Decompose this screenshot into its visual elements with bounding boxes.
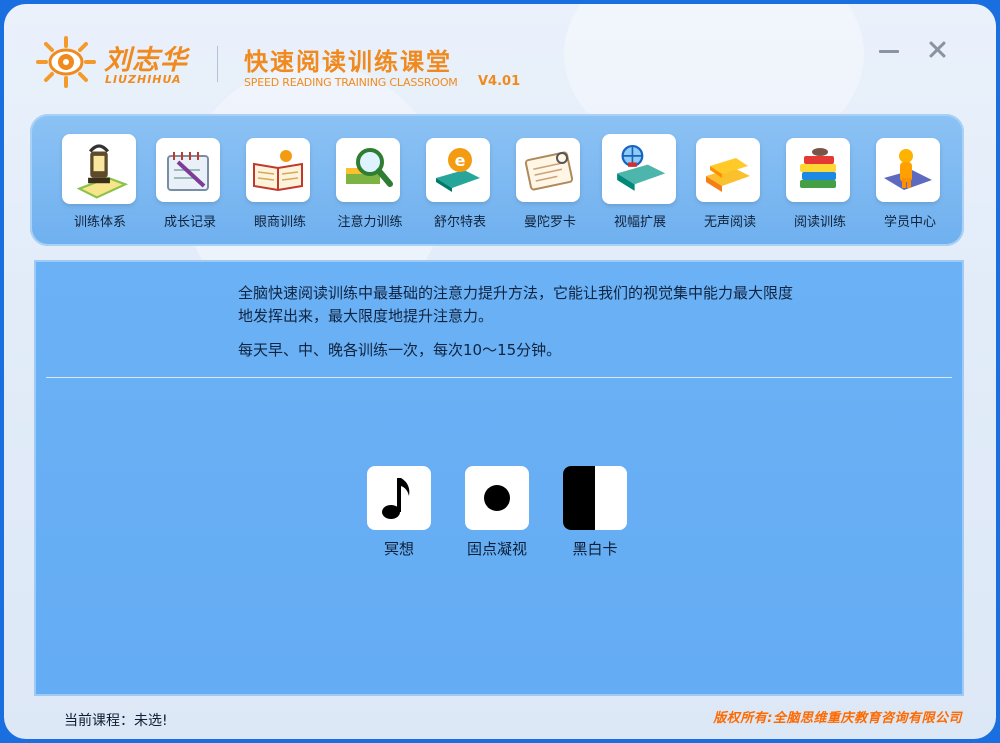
- book-orange-icon: e: [426, 138, 490, 202]
- app-window: 刘志华 LIUZHIHUA 快速阅读训练课堂 SPEED READING TRA…: [4, 4, 996, 739]
- toolbar-item-label: 训练体系: [73, 215, 126, 230]
- sun-logo-icon: [36, 36, 96, 88]
- lamp-icon: [62, 134, 136, 204]
- course-black-white-card[interactable]: 黑白卡: [552, 466, 638, 566]
- course-label: 黑白卡: [572, 540, 618, 558]
- description-line: 全脑快速阅读训练中最基础的注意力提升方法，它能让我们的视觉集中能力最大限度: [238, 284, 794, 302]
- brand-name-en: LIUZHIHUA: [105, 73, 182, 86]
- app-title: 快速阅读训练课堂: [244, 48, 452, 76]
- toolbar-item-label: 视幅扩展: [613, 215, 666, 230]
- header-separator: [217, 46, 218, 82]
- course-description: 全脑快速阅读训练中最基础的注意力提升方法，它能让我们的视觉集中能力最大限度 地发…: [238, 282, 918, 328]
- magnifier-icon: [336, 138, 400, 202]
- current-course-status: 当前课程：未选!: [64, 713, 168, 729]
- toolbar-item-growth-record[interactable]: 成长记录: [146, 130, 234, 230]
- toolbar-item-silent-reading[interactable]: 无声阅读: [686, 130, 774, 230]
- black-white-card-icon: [563, 466, 627, 530]
- toolbar-item-student-center[interactable]: 学员中心: [866, 130, 954, 230]
- toolbar-item-label: 成长记录: [163, 215, 216, 230]
- student-icon: [876, 138, 940, 202]
- open-book-icon: [246, 138, 310, 202]
- notebook-pen-icon: [156, 138, 220, 202]
- toolbar-item-attention-training[interactable]: 注意力训练: [326, 130, 414, 230]
- app-subtitle: SPEED READING TRAINING CLASSROOM: [244, 76, 458, 89]
- music-note-icon: [367, 466, 431, 530]
- toolbar-item-schulte-table[interactable]: e 舒尔特表: [416, 130, 504, 230]
- app-version: V4.01: [478, 74, 521, 89]
- description-line: 地发挥出来，最大限度地提升注意力。: [238, 307, 494, 325]
- course-panel: 全脑快速阅读训练中最基础的注意力提升方法，它能让我们的视觉集中能力最大限度 地发…: [34, 260, 964, 696]
- toolbar-item-visual-span[interactable]: 视幅扩展: [596, 130, 684, 230]
- main-toolbar: 训练体系 成长记录 眼商训练 注意力训练 e 舒尔特表 曼陀罗卡 视幅扩展 无声…: [30, 114, 964, 246]
- toolbar-item-label: 眼商训练: [253, 215, 306, 230]
- course-label: 冥想: [383, 540, 414, 558]
- globe-book-icon: [602, 134, 676, 204]
- notepad-icon: [516, 138, 580, 202]
- course-label: 固点凝视: [466, 540, 527, 558]
- toolbar-item-training-system[interactable]: 训练体系: [56, 130, 144, 230]
- dot-icon: [465, 466, 529, 530]
- svg-text:e: e: [455, 151, 466, 170]
- toolbar-item-label: 学员中心: [883, 215, 936, 230]
- brand-name: 刘志华: [104, 45, 188, 76]
- training-frequency: 每天早、中、晚各训练一次，每次10～15分钟。: [238, 341, 562, 359]
- toolbar-item-label: 舒尔特表: [433, 215, 486, 230]
- panel-divider: [46, 377, 952, 378]
- toolbar-item-label: 阅读训练: [793, 215, 846, 230]
- copyright-notice: 版权所有:全脑思维重庆教育咨询有限公司: [713, 711, 962, 726]
- toolbar-item-reading-training[interactable]: 阅读训练: [776, 130, 864, 230]
- toolbar-item-label: 无声阅读: [703, 215, 756, 230]
- minimize-button[interactable]: [877, 38, 901, 62]
- yellow-books-icon: [696, 138, 760, 202]
- course-fixed-point-gaze[interactable]: 固点凝视: [454, 466, 540, 566]
- close-button[interactable]: [926, 38, 950, 62]
- toolbar-item-mandala-card[interactable]: 曼陀罗卡: [506, 130, 594, 230]
- toolbar-item-label: 注意力训练: [337, 215, 403, 230]
- toolbar-item-eye-training[interactable]: 眼商训练: [236, 130, 324, 230]
- book-stack-icon: [786, 138, 850, 202]
- course-meditation[interactable]: 冥想: [356, 466, 442, 566]
- toolbar-item-label: 曼陀罗卡: [523, 215, 576, 230]
